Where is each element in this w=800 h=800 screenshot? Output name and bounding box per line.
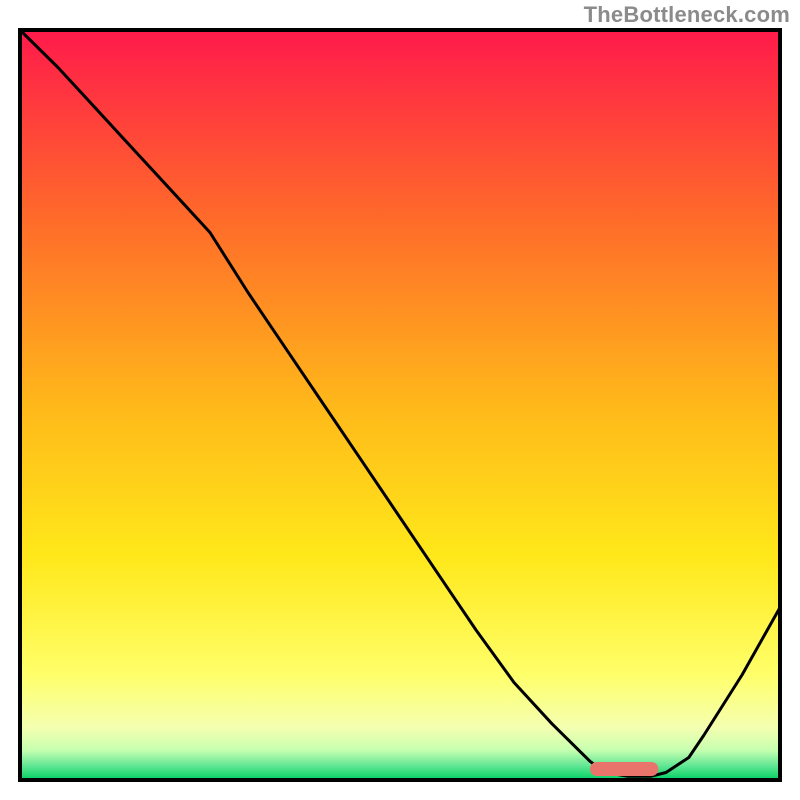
chart-container: { "attribution": "TheBottleneck.com", "c… [0,0,800,800]
bottleneck-chart [0,0,800,800]
plot-background [20,30,780,780]
plot-area [20,30,780,780]
optimal-range-marker [590,762,658,776]
